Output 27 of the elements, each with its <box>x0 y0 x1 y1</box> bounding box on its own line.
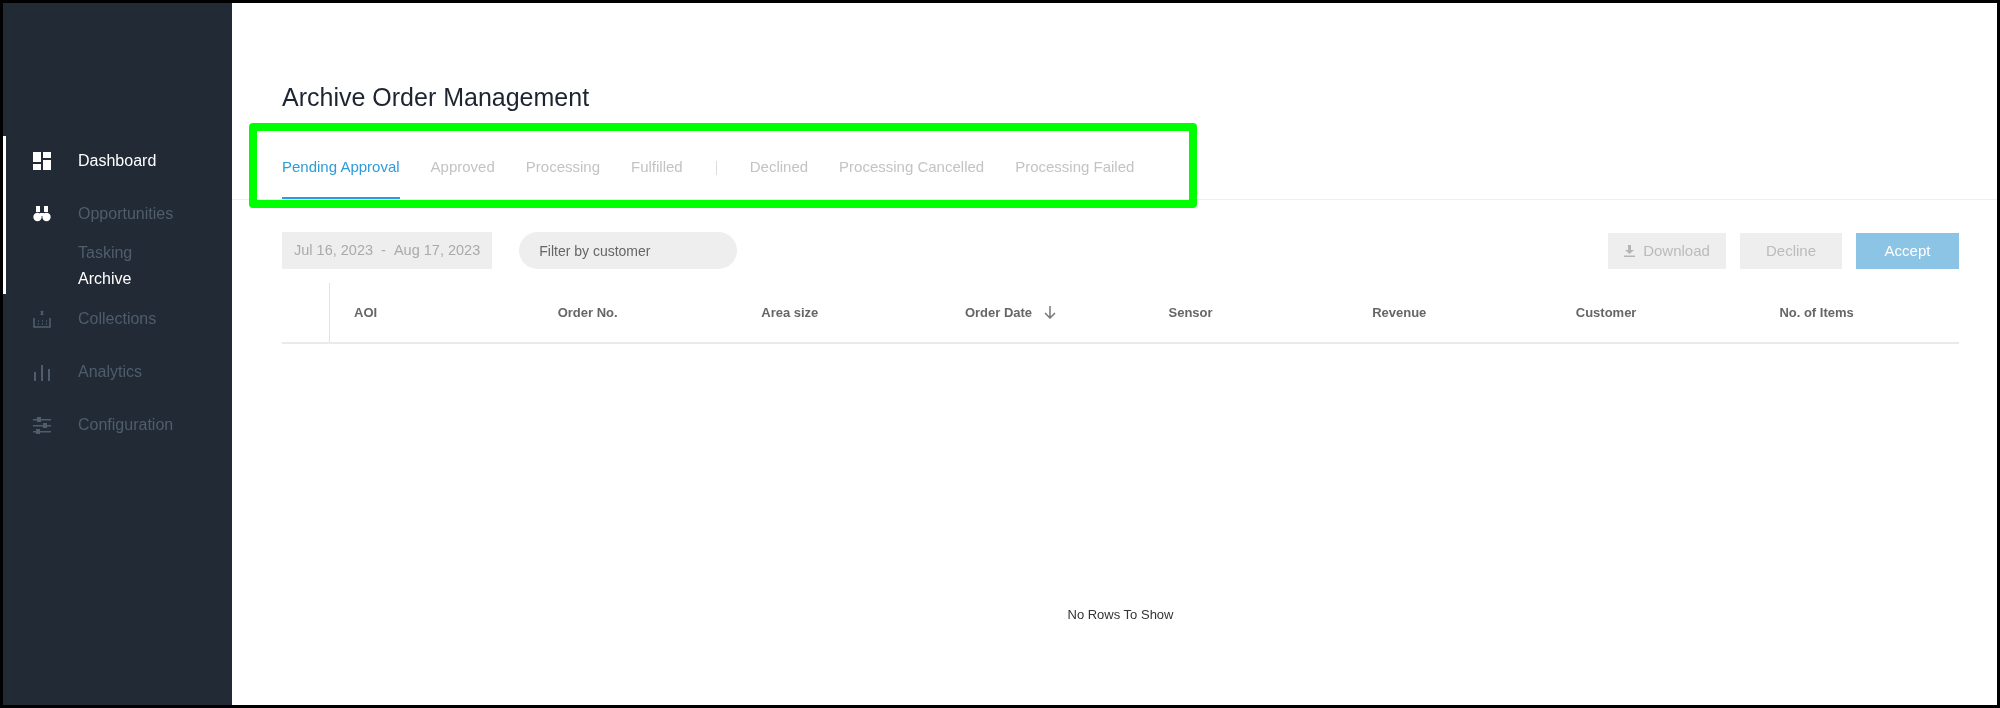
column-header[interactable]: Area size <box>761 305 819 320</box>
bar-chart-icon <box>32 362 52 381</box>
column-header[interactable]: AOI <box>354 305 378 320</box>
tab[interactable]: Processing Cancelled <box>839 137 985 199</box>
dashboard-icon <box>32 151 52 170</box>
column-header[interactable]: Order Date <box>964 305 1033 320</box>
tab[interactable]: Approved <box>430 137 495 199</box>
sidebar-item[interactable]: Dashboard <box>78 151 157 170</box>
sliders-icon <box>32 415 52 434</box>
column-header[interactable]: No. of Items <box>1779 305 1854 320</box>
tab[interactable]: Processing Failed <box>1015 137 1135 199</box>
tab[interactable]: Fulfilled <box>631 137 683 199</box>
column-header[interactable]: Revenue <box>1372 305 1427 320</box>
date-range-field[interactable]: Jul 16, 2023 - Aug 17, 2023 <box>282 232 493 269</box>
column-header[interactable]: Customer <box>1575 305 1637 320</box>
tab[interactable]: Pending Approval <box>282 137 400 199</box>
column-header[interactable]: Sensor <box>1168 305 1213 320</box>
sort-down-icon[interactable] <box>1044 306 1057 319</box>
customer-filter-field[interactable]: Filter by customer <box>519 232 738 269</box>
page-title: Archive Order Management <box>282 83 591 113</box>
column-header[interactable]: Order No. <box>557 305 618 320</box>
tab[interactable]: Declined <box>749 137 809 199</box>
sidebar-subitem[interactable]: Archive <box>3 266 232 292</box>
download-icon <box>1624 244 1636 257</box>
tab[interactable]: Processing <box>525 137 600 199</box>
binoculars-icon <box>32 205 52 222</box>
empty-message: No Rows To Show <box>1067 607 1174 622</box>
